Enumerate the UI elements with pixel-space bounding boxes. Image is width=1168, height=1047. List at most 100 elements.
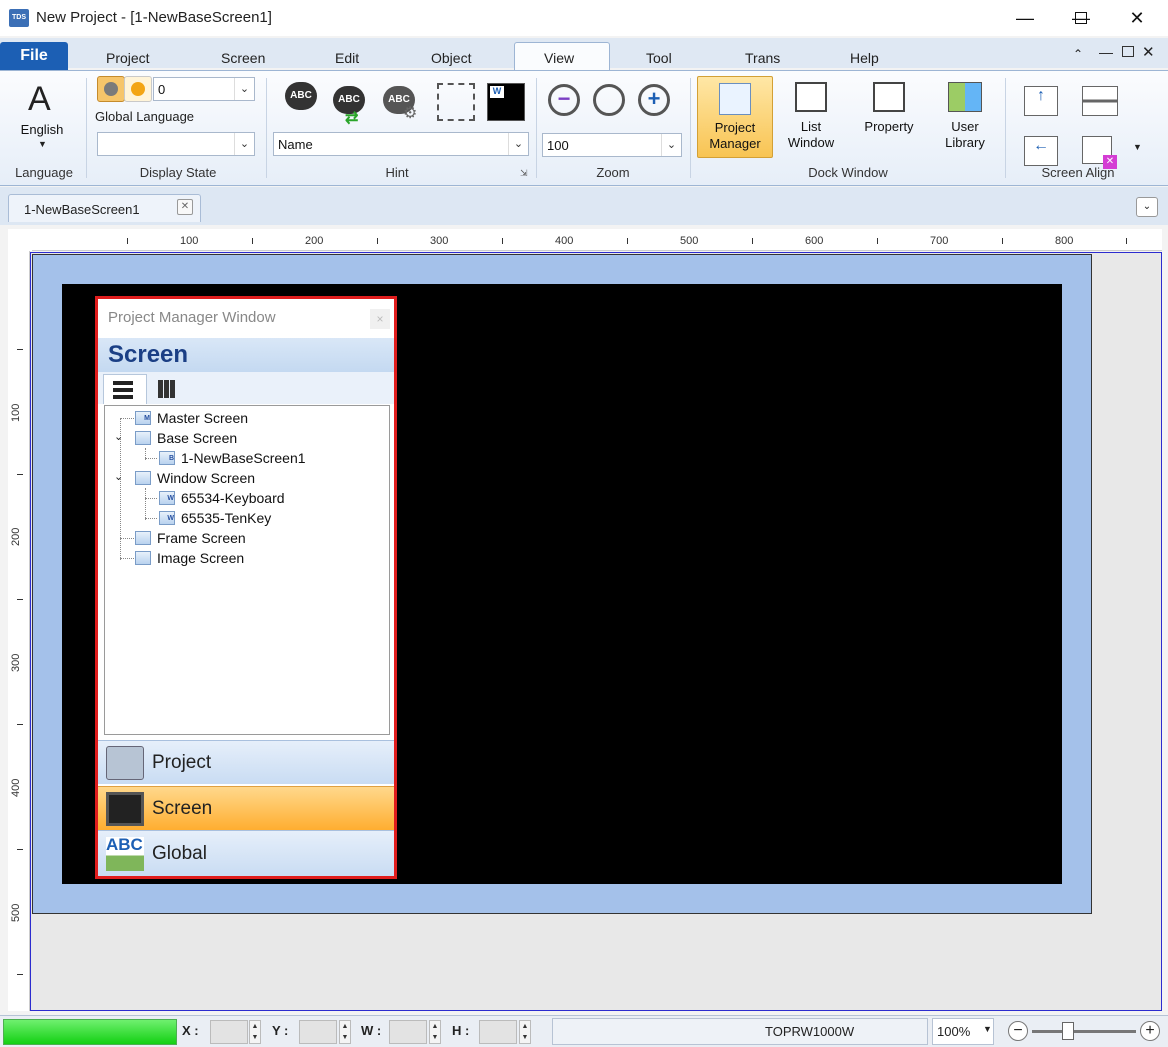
horizontal-ruler (32, 229, 1162, 251)
tree-item-label: 1-NewBaseScreen1 (181, 450, 306, 466)
y-input[interactable] (299, 1020, 337, 1044)
tab-tool[interactable]: Tool (646, 50, 672, 66)
ribbon-restore-icon[interactable] (1122, 46, 1134, 57)
zoom-out-icon[interactable]: − (548, 84, 580, 116)
ruler-label: 100 (10, 403, 22, 422)
tab-view[interactable]: View (544, 50, 574, 66)
ribbon-collapse-icon[interactable]: ⌃ (1073, 47, 1083, 61)
w-spinner[interactable]: ▲ ▼ (429, 1020, 441, 1044)
tree-item-tenkey[interactable]: W 65535-TenKey (159, 510, 271, 526)
align-back-icon[interactable]: ← (1024, 136, 1058, 166)
zoom-select[interactable]: 100 ⌄ (542, 133, 682, 157)
h-spinner[interactable]: ▲ ▼ (519, 1020, 531, 1044)
zoom-dropdown[interactable]: 100% ▼ (932, 1018, 994, 1045)
tree-item-image-screen[interactable]: Image Screen (135, 550, 244, 566)
screen-monitor-icon (106, 791, 144, 826)
separator (1005, 78, 1006, 178)
ruler-tick (127, 238, 128, 244)
state-select[interactable]: 0 ⌄ (153, 77, 255, 101)
tab-project[interactable]: Project (106, 50, 150, 66)
zoom-slider-thumb[interactable] (1062, 1022, 1075, 1040)
dialog-launcher-icon[interactable]: ⇲ (520, 168, 528, 179)
state-off-button[interactable] (97, 76, 125, 102)
project-manager-button[interactable]: Project Manager (697, 76, 773, 158)
state-on-button[interactable] (124, 76, 152, 102)
maximize-window-button[interactable] (1053, 0, 1109, 36)
chevron-down-icon[interactable]: ⌄ (114, 430, 123, 443)
tab-object[interactable]: Object (431, 50, 471, 66)
user-library-label-1: User (951, 119, 979, 134)
minimize-window-button[interactable]: — (997, 0, 1053, 36)
list-window-label-1: List (800, 119, 822, 134)
property-label: Property (864, 119, 914, 134)
tab-edit[interactable]: Edit (335, 50, 359, 66)
list-window-button[interactable]: List Window (775, 76, 847, 158)
tree-item-label: 65535-TenKey (181, 510, 272, 526)
chevron-down-icon[interactable]: ▼ (38, 139, 47, 149)
hint-select[interactable]: Name ⌄ (273, 132, 529, 156)
tab-screen[interactable]: Screen (221, 50, 265, 66)
tab-help[interactable]: Help (850, 50, 879, 66)
display-state-select[interactable]: ⌄ (97, 132, 255, 156)
nav-project-label: Project (152, 751, 212, 773)
file-tab[interactable]: File (0, 42, 68, 70)
ribbon-minimize-icon[interactable]: — (1099, 44, 1113, 60)
y-spinner[interactable]: ▲ ▼ (339, 1020, 351, 1044)
user-library-button[interactable]: User Library (929, 76, 1001, 158)
hint-area-icon[interactable] (437, 83, 475, 121)
nav-project[interactable]: Project (98, 740, 394, 784)
separator (266, 78, 267, 178)
ribbon-more-icon[interactable]: ▼ (1133, 142, 1142, 152)
screen-align-group-label: Screen Align (1041, 165, 1115, 180)
align-front-icon[interactable]: ↑ (1024, 86, 1058, 116)
project-manager-header: Screen (98, 338, 394, 372)
list-window-label-2: Window (787, 135, 835, 150)
close-icon[interactable]: × (370, 309, 390, 329)
window-title: New Project - [1-NewBaseScreen1] (36, 9, 272, 26)
tree-item-base-screen-1[interactable]: B 1-NewBaseScreen1 (159, 450, 306, 466)
nav-global[interactable]: ABC Global (98, 830, 394, 876)
tab-list-icon[interactable]: ⌄ (1136, 197, 1158, 217)
chevron-down-icon[interactable]: ⌄ (114, 470, 123, 483)
folder-icon (135, 431, 151, 445)
ruler-label: 300 (10, 653, 22, 672)
tree-item-keyboard[interactable]: W 65534-Keyboard (159, 490, 285, 506)
language-button[interactable]: English (14, 122, 70, 138)
tree-item-label: Image Screen (157, 550, 245, 566)
hint-abc-icon[interactable]: ABC (285, 82, 317, 110)
zoom-group-label: Zoom (596, 165, 630, 180)
x-spinner[interactable]: ▲ ▼ (249, 1020, 261, 1044)
x-input[interactable] (210, 1020, 248, 1044)
tree-item-window-screen[interactable]: Window Screen (135, 470, 255, 486)
w-input[interactable] (389, 1020, 427, 1044)
folder-icon (135, 471, 151, 485)
language-group-label: Language (15, 165, 73, 180)
status-panel (552, 1018, 928, 1045)
hint-window-icon[interactable]: W (487, 83, 525, 121)
zoom-out-button[interactable]: − (1008, 1021, 1028, 1041)
zoom-slider-track[interactable] (1032, 1030, 1136, 1033)
align-tile-icon[interactable] (1082, 86, 1118, 116)
tree-item-frame-screen[interactable]: Frame Screen (135, 530, 246, 546)
tree-item-base-screen[interactable]: Base Screen (135, 430, 237, 446)
document-tab[interactable]: 1-NewBaseScreen1 ✕ (8, 194, 201, 222)
close-window-button[interactable]: ✕ (1109, 0, 1165, 36)
ruler-tick (17, 599, 23, 600)
zoom-in-icon[interactable]: + (638, 84, 670, 116)
screen-tree[interactable]: ⌄ ⌄ M Master Screen Base Screen B 1-NewBas… (104, 405, 390, 735)
language-icon: A (28, 80, 51, 118)
tree-item-master-screen[interactable]: M Master Screen (135, 410, 248, 426)
ruler-label: 200 (10, 527, 22, 546)
close-tab-icon[interactable]: ✕ (177, 199, 193, 215)
tree-view-button[interactable] (103, 374, 147, 404)
property-button[interactable]: Property (852, 76, 926, 158)
ribbon-close-icon[interactable]: ✕ (1142, 43, 1155, 61)
nav-screen[interactable]: Screen (98, 786, 394, 830)
ruler-label: 200 (305, 235, 324, 247)
tab-trans[interactable]: Trans (745, 50, 780, 66)
align-close-icon[interactable]: ✕ (1082, 136, 1117, 169)
zoom-fit-icon[interactable] (593, 84, 625, 116)
grid-view-icon[interactable] (158, 380, 176, 398)
h-input[interactable] (479, 1020, 517, 1044)
zoom-in-button[interactable]: + (1140, 1021, 1160, 1041)
